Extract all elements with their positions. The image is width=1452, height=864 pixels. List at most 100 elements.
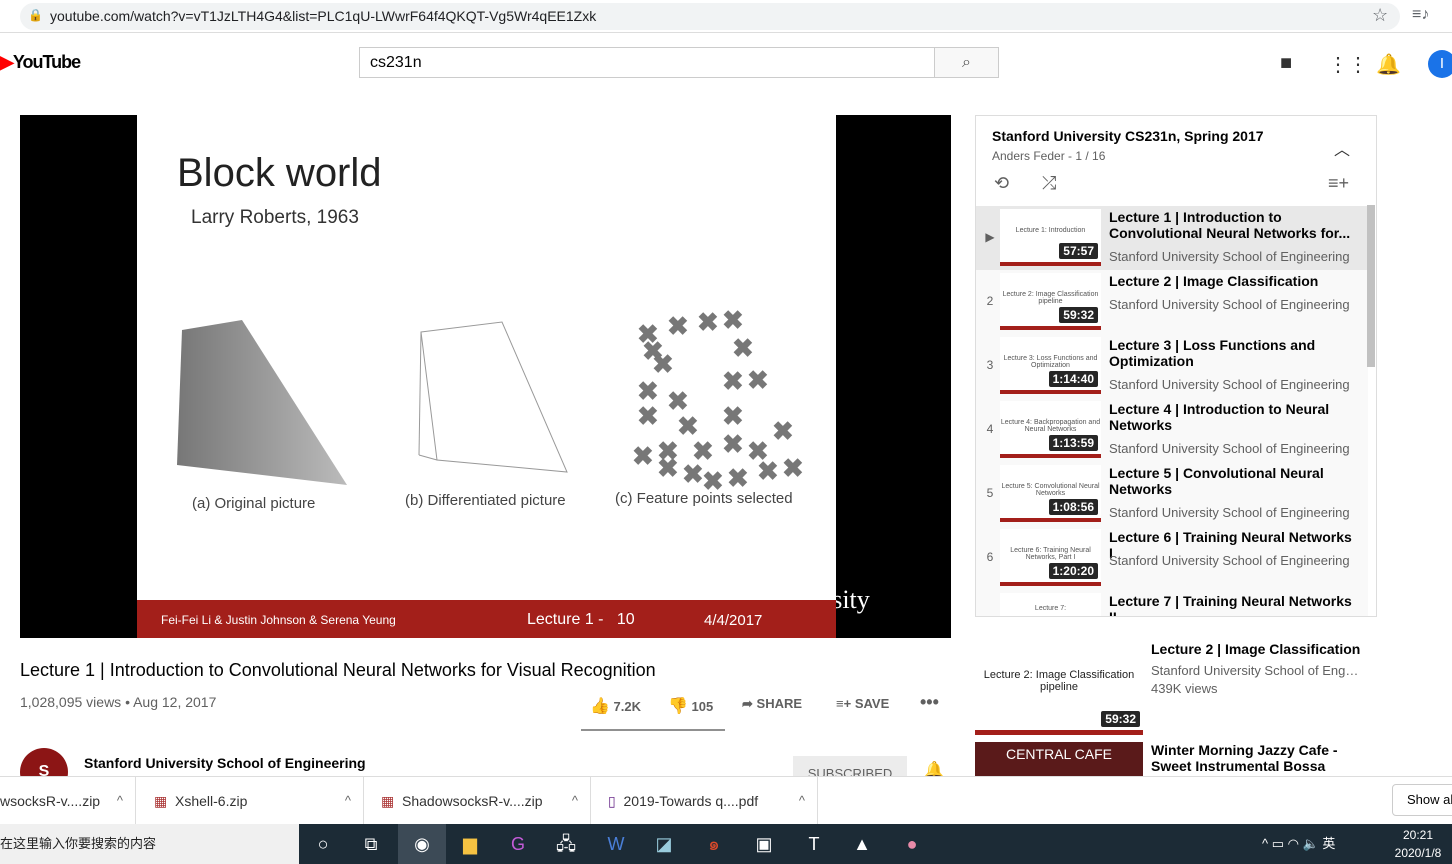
system-tray[interactable]: ^ ▭ ◠ 🔈 英 (1262, 824, 1382, 864)
send-app-icon[interactable]: ● (888, 824, 936, 864)
item-channel: Stanford University School of Engineerin… (1109, 297, 1350, 312)
caption-differentiated: (b) Differentiated picture (405, 492, 566, 509)
notes-app-icon[interactable]: ◪ (640, 824, 688, 864)
thumbnail: Lecture 7: (1000, 593, 1101, 616)
item-index: 2 (986, 294, 994, 308)
item-index: 6 (986, 550, 994, 564)
playlist-item[interactable]: 5 Lecture 5: Convolutional Neural Network… (976, 462, 1368, 526)
dislike-button[interactable]: 👎 105 (668, 696, 713, 716)
media-control-icon[interactable]: ≡♪ (1412, 6, 1429, 24)
clock-time: 20:21 (1402, 828, 1434, 842)
taskbar-clock[interactable]: 20:21 2020/1/8 (1388, 826, 1448, 862)
download-name: wsocksR-v....zip (0, 793, 101, 809)
save-playlist-icon[interactable]: ≡+ (1328, 173, 1349, 194)
slide-content: Block world Larry Roberts, 1963 ✖ ✖ ✖ ✖ ✖ ✖ ✖… (137, 115, 836, 600)
file-explorer-icon[interactable]: ▆ (446, 824, 494, 864)
taskbar-search-input[interactable]: 在这里输入你要搜索的内容 (0, 824, 299, 864)
ime-indicator[interactable]: 英 (1322, 836, 1335, 851)
download-item[interactable]: wsocksR-v....zip ^ (0, 777, 136, 825)
typora-icon[interactable]: T (790, 824, 838, 864)
playlist-item[interactable]: 3 Lecture 3: Loss Functions and Optimizat… (976, 334, 1368, 398)
logo-text: YouTube (12, 52, 81, 72)
network-tool-icon[interactable]: 🖧 (542, 824, 590, 864)
chevron-up-icon[interactable]: ^ (799, 777, 805, 825)
thumb-text: Lecture 7: (1034, 605, 1067, 612)
share-button[interactable]: ➦ SHARE (742, 696, 802, 712)
search-input[interactable]: cs231n (359, 47, 935, 78)
svg-text:✖: ✖ (727, 463, 749, 493)
battery-icon[interactable]: ▭ (1272, 836, 1288, 851)
item-index: 5 (986, 486, 994, 500)
item-index: 3 (986, 358, 994, 372)
svg-text:✖: ✖ (732, 333, 754, 363)
rec-views: 439K views (1151, 681, 1218, 696)
search-button[interactable]: ⌕ (934, 47, 999, 78)
rec-channel: Stanford University School of Engineerin… (1151, 663, 1361, 678)
download-item[interactable]: ▦ ShadowsocksR-v....zip ^ (369, 777, 591, 825)
thumb-text: Lecture 2: Image Classification pipeline (983, 669, 1135, 693)
svg-text:✖: ✖ (657, 453, 679, 483)
playlist-item[interactable]: 6 Lecture 6: Training Neural Networks, Pa… (976, 526, 1368, 590)
apps-grid-icon[interactable]: ⋮⋮ (1328, 52, 1368, 77)
item-channel: Stanford University School of Engineerin… (1109, 505, 1350, 520)
chevron-up-icon[interactable]: ^ (572, 777, 578, 825)
task-view-icon[interactable]: ⧉ (347, 824, 395, 864)
download-item[interactable]: ▦ Xshell-6.zip ^ (142, 777, 364, 825)
playlist-title[interactable]: Stanford University CS231n, Spring 2017 (992, 128, 1264, 144)
cortana-icon[interactable]: ○ (299, 824, 347, 864)
svg-text:✖: ✖ (722, 401, 744, 431)
like-button[interactable]: 👍 7.2K (590, 696, 641, 716)
account-avatar[interactable]: I (1428, 50, 1452, 78)
svg-text:✖: ✖ (782, 453, 804, 483)
save-button[interactable]: ≡+ SAVE (836, 696, 889, 711)
item-title: Lecture 5 | Convolutional Neural Network… (1109, 465, 1324, 497)
create-video-icon[interactable]: ■ (1280, 52, 1292, 75)
playlist-item[interactable]: 2 Lecture 2: Image Classification pipelin… (976, 270, 1368, 334)
download-item[interactable]: ▯ 2019-Towards q....pdf ^ (596, 777, 818, 825)
playlist-item[interactable]: Lecture 7: Lecture 7 | Training Neural Ne… (976, 590, 1368, 616)
playlist-subtitle: Anders Feder - 1 / 16 (992, 149, 1106, 163)
chevron-up-icon[interactable]: ^ (345, 777, 351, 825)
playlist-scrollbar[interactable] (1367, 205, 1375, 367)
swirl-app-icon[interactable]: ๑ (690, 824, 738, 864)
youtube-logo[interactable]: ▶YouTube (0, 52, 81, 73)
tray-chevron-icon[interactable]: ^ (1262, 836, 1272, 851)
rec-title: Winter Morning Jazzy Cafe - Sweet Instru… (1151, 742, 1338, 776)
item-channel: Stanford University School of Engineerin… (1109, 441, 1350, 456)
footer-authors: Fei-Fei Li & Justin Johnson & Serena Yeu… (161, 613, 396, 627)
terminal-icon[interactable]: ▣ (740, 824, 788, 864)
sentiment-bar (581, 729, 725, 731)
pdf-reader-icon[interactable]: G (494, 824, 542, 864)
now-playing-icon: ▶ (985, 230, 995, 244)
bookmark-star-icon[interactable]: ☆ (1372, 5, 1388, 26)
more-actions-icon[interactable]: ••• (920, 692, 939, 713)
chevron-up-icon[interactable]: ^ (117, 777, 123, 825)
item-title: Lecture 1 | Introduction to Convolutiona… (1109, 209, 1351, 241)
volume-icon[interactable]: 🔈 (1303, 836, 1323, 851)
download-name: 2019-Towards q....pdf (623, 793, 759, 809)
block-world-figures: ✖ ✖ ✖ ✖ ✖✖✖✖ ✖✖ ✖✖ ✖✖✖ ✖ ✖ ✖✖ ✖ ✖✖ ✖✖ ✖ ✖ (177, 305, 804, 496)
channel-name[interactable]: Stanford University School of Engineerin… (84, 755, 366, 771)
photos-icon[interactable]: ▲ (838, 824, 886, 864)
thumbs-down-icon: 👎 (668, 698, 688, 715)
item-channel: Stanford University School of Engineerin… (1109, 249, 1350, 264)
dislike-count: 105 (691, 699, 714, 714)
playlist-item[interactable]: ▶ Lecture 1: Introduction 57:57 Lecture 1 |… (976, 206, 1368, 270)
loop-icon[interactable]: ⟲ (994, 173, 1009, 194)
video-title: Lecture 1 | Introduction to Convolutiona… (20, 660, 656, 680)
footer-date: 4/4/2017 (704, 612, 763, 629)
recommended-video[interactable]: CENTRAL CAFE Winter Morning Jazzy Cafe -… (975, 742, 1445, 776)
thumbnail: Lecture 2: Image Classification pipeline… (975, 641, 1143, 735)
wifi-icon[interactable]: ◠ (1288, 836, 1303, 851)
notifications-bell-icon[interactable]: 🔔 (1376, 52, 1401, 77)
word-icon[interactable]: W (592, 824, 640, 864)
collapse-chevron-up-icon[interactable]: ︿ (1334, 136, 1350, 160)
show-all-downloads-button[interactable]: Show all (1392, 784, 1452, 816)
playlist-item[interactable]: 4 Lecture 4: Backpropagation and Neural N… (976, 398, 1368, 462)
thumbnail: Lecture 4: Backpropagation and Neural Ne… (1000, 401, 1101, 458)
chrome-icon[interactable]: ◉ (398, 824, 446, 864)
shuffle-icon[interactable]: ⤮ (1042, 173, 1056, 194)
svg-text:✖: ✖ (772, 416, 794, 446)
recommended-video[interactable]: Lecture 2: Image Classification pipeline… (975, 641, 1445, 737)
url-text[interactable]: youtube.com/watch?v=vT1JzLTH4G4&list=PLC… (50, 8, 596, 24)
